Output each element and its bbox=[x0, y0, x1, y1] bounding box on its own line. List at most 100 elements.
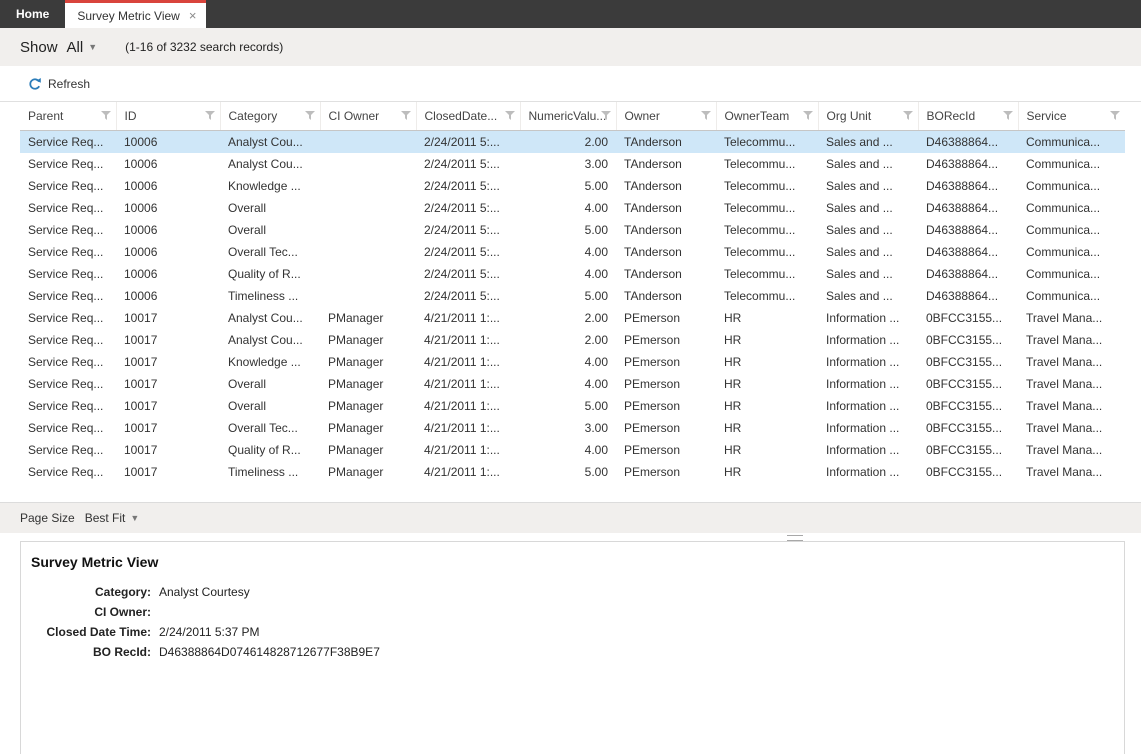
grid-cell[interactable]: 2/24/2011 5:... bbox=[416, 263, 520, 285]
grid-cell[interactable]: 10017 bbox=[116, 439, 220, 461]
grid-cell[interactable]: Sales and ... bbox=[818, 197, 918, 219]
grid-cell[interactable]: Timeliness ... bbox=[220, 461, 320, 483]
grid-cell[interactable]: 5.00 bbox=[520, 395, 616, 417]
grid-cell[interactable]: PManager bbox=[320, 395, 416, 417]
grid-cell[interactable]: PEmerson bbox=[616, 307, 716, 329]
grid-cell[interactable]: Service Req... bbox=[20, 285, 116, 307]
grid-cell[interactable]: Analyst Cou... bbox=[220, 131, 320, 154]
grid-cell[interactable]: TAnderson bbox=[616, 175, 716, 197]
filter-icon[interactable] bbox=[401, 111, 411, 121]
grid-row[interactable]: Service Req...10017OverallPManager4/21/2… bbox=[20, 395, 1125, 417]
grid-cell[interactable]: 4/21/2011 1:... bbox=[416, 329, 520, 351]
grid-cell[interactable]: TAnderson bbox=[616, 263, 716, 285]
grid-cell[interactable]: 10017 bbox=[116, 351, 220, 373]
grid-cell[interactable]: 10006 bbox=[116, 175, 220, 197]
grid-cell[interactable]: HR bbox=[716, 461, 818, 483]
grid-cell[interactable]: PManager bbox=[320, 439, 416, 461]
filter-icon[interactable] bbox=[101, 111, 111, 121]
grid-cell[interactable]: 10017 bbox=[116, 329, 220, 351]
filter-icon[interactable] bbox=[701, 111, 711, 121]
grid-cell[interactable]: Travel Mana... bbox=[1018, 329, 1125, 351]
grid-cell[interactable]: 4.00 bbox=[520, 197, 616, 219]
grid-cell[interactable]: Information ... bbox=[818, 395, 918, 417]
grid-row[interactable]: Service Req...10017Overall Tec...PManage… bbox=[20, 417, 1125, 439]
grid-cell[interactable]: 0BFCC3155... bbox=[918, 373, 1018, 395]
grid-cell[interactable]: PManager bbox=[320, 329, 416, 351]
filter-icon[interactable] bbox=[1110, 111, 1120, 121]
grid-cell[interactable]: Telecommu... bbox=[716, 241, 818, 263]
grid-cell[interactable]: Information ... bbox=[818, 351, 918, 373]
grid-cell[interactable]: Service Req... bbox=[20, 175, 116, 197]
grid-cell[interactable]: D46388864... bbox=[918, 219, 1018, 241]
grid-cell[interactable]: Overall Tec... bbox=[220, 241, 320, 263]
grid-cell[interactable]: TAnderson bbox=[616, 241, 716, 263]
grid-cell[interactable]: 0BFCC3155... bbox=[918, 351, 1018, 373]
grid-row[interactable]: Service Req...10006Overall Tec...2/24/20… bbox=[20, 241, 1125, 263]
grid-cell[interactable]: 2/24/2011 5:... bbox=[416, 219, 520, 241]
column-header-org-unit[interactable]: Org Unit bbox=[818, 102, 918, 131]
column-header-closeddate[interactable]: ClosedDate... bbox=[416, 102, 520, 131]
grid-cell[interactable]: 2.00 bbox=[520, 307, 616, 329]
grid-cell[interactable]: Analyst Cou... bbox=[220, 153, 320, 175]
column-header-service[interactable]: Service bbox=[1018, 102, 1125, 131]
grid-cell[interactable]: D46388864... bbox=[918, 241, 1018, 263]
grid-cell[interactable]: 2/24/2011 5:... bbox=[416, 175, 520, 197]
grid-cell[interactable]: TAnderson bbox=[616, 153, 716, 175]
grid-cell[interactable]: Timeliness ... bbox=[220, 285, 320, 307]
grid-cell[interactable]: Service Req... bbox=[20, 131, 116, 154]
grid-cell[interactable]: 4/21/2011 1:... bbox=[416, 307, 520, 329]
grid-cell[interactable]: 4/21/2011 1:... bbox=[416, 395, 520, 417]
grid-cell[interactable]: Communica... bbox=[1018, 197, 1125, 219]
grid-cell[interactable]: Telecommu... bbox=[716, 219, 818, 241]
grid-cell[interactable]: Overall Tec... bbox=[220, 417, 320, 439]
grid-cell[interactable]: Quality of R... bbox=[220, 263, 320, 285]
grid-cell[interactable]: Overall bbox=[220, 197, 320, 219]
grid-cell[interactable]: Travel Mana... bbox=[1018, 395, 1125, 417]
grid-cell[interactable] bbox=[320, 197, 416, 219]
grid-cell[interactable]: TAnderson bbox=[616, 131, 716, 154]
grid-cell[interactable]: Travel Mana... bbox=[1018, 439, 1125, 461]
grid-cell[interactable]: HR bbox=[716, 417, 818, 439]
grid-cell[interactable]: Service Req... bbox=[20, 461, 116, 483]
grid-cell[interactable]: 10006 bbox=[116, 153, 220, 175]
grid-cell[interactable]: Analyst Cou... bbox=[220, 329, 320, 351]
grid-cell[interactable]: Travel Mana... bbox=[1018, 307, 1125, 329]
grid-cell[interactable]: Overall bbox=[220, 373, 320, 395]
grid-cell[interactable]: 10006 bbox=[116, 241, 220, 263]
grid-row[interactable]: Service Req...10006Quality of R...2/24/2… bbox=[20, 263, 1125, 285]
grid-cell[interactable]: PEmerson bbox=[616, 439, 716, 461]
grid-cell[interactable] bbox=[320, 153, 416, 175]
grid-cell[interactable]: Sales and ... bbox=[818, 153, 918, 175]
grid-cell[interactable]: PManager bbox=[320, 351, 416, 373]
grid-cell[interactable]: 0BFCC3155... bbox=[918, 417, 1018, 439]
grid-cell[interactable]: 10017 bbox=[116, 461, 220, 483]
filter-icon[interactable] bbox=[601, 111, 611, 121]
grid-cell[interactable]: 4/21/2011 1:... bbox=[416, 351, 520, 373]
grid-cell[interactable] bbox=[320, 219, 416, 241]
grid-cell[interactable]: PManager bbox=[320, 461, 416, 483]
grid-cell[interactable]: Communica... bbox=[1018, 263, 1125, 285]
grid-cell[interactable]: HR bbox=[716, 351, 818, 373]
column-header-ownerteam[interactable]: OwnerTeam bbox=[716, 102, 818, 131]
grid-cell[interactable]: D46388864... bbox=[918, 263, 1018, 285]
grid-cell[interactable]: Communica... bbox=[1018, 175, 1125, 197]
grid-cell[interactable]: 4/21/2011 1:... bbox=[416, 417, 520, 439]
grid-cell[interactable]: 4.00 bbox=[520, 351, 616, 373]
grid-cell[interactable]: PEmerson bbox=[616, 417, 716, 439]
grid-cell[interactable]: Telecommu... bbox=[716, 197, 818, 219]
grid-row[interactable]: Service Req...10017Analyst Cou...PManage… bbox=[20, 307, 1125, 329]
grid-cell[interactable]: 0BFCC3155... bbox=[918, 461, 1018, 483]
grid-row[interactable]: Service Req...10017Knowledge ...PManager… bbox=[20, 351, 1125, 373]
grid-cell[interactable]: 0BFCC3155... bbox=[918, 395, 1018, 417]
grid-cell[interactable]: 3.00 bbox=[520, 153, 616, 175]
splitter-grip-icon[interactable] bbox=[787, 535, 803, 541]
grid-cell[interactable]: PManager bbox=[320, 307, 416, 329]
grid-cell[interactable]: Travel Mana... bbox=[1018, 351, 1125, 373]
grid-cell[interactable]: Information ... bbox=[818, 307, 918, 329]
column-header-id[interactable]: ID bbox=[116, 102, 220, 131]
grid-cell[interactable]: 5.00 bbox=[520, 285, 616, 307]
grid-cell[interactable]: TAnderson bbox=[616, 219, 716, 241]
grid-cell[interactable]: Sales and ... bbox=[818, 175, 918, 197]
grid-cell[interactable]: 10006 bbox=[116, 263, 220, 285]
grid-cell[interactable]: 10017 bbox=[116, 307, 220, 329]
